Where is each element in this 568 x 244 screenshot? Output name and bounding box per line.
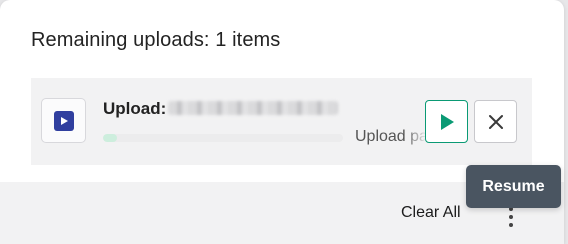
upload-progress-bar <box>103 134 343 142</box>
upload-name: Upload: <box>103 99 339 119</box>
more-vertical-icon <box>509 207 513 227</box>
upload-name-label: Upload: <box>103 99 167 118</box>
upload-progress-fill <box>103 134 118 142</box>
close-icon <box>488 114 503 129</box>
panel-title: Remaining uploads: 1 items <box>31 29 281 51</box>
clear-all-button[interactable]: Clear All <box>401 204 461 222</box>
cancel-upload-button[interactable] <box>474 100 517 143</box>
video-file-icon <box>41 98 86 143</box>
resume-button[interactable] <box>425 100 468 143</box>
upload-row: Upload: Upload paused <box>31 78 532 165</box>
resume-tooltip: Resume <box>466 165 561 208</box>
status-fade <box>405 126 427 150</box>
blurred-file-name <box>168 101 339 115</box>
play-icon <box>440 113 454 130</box>
